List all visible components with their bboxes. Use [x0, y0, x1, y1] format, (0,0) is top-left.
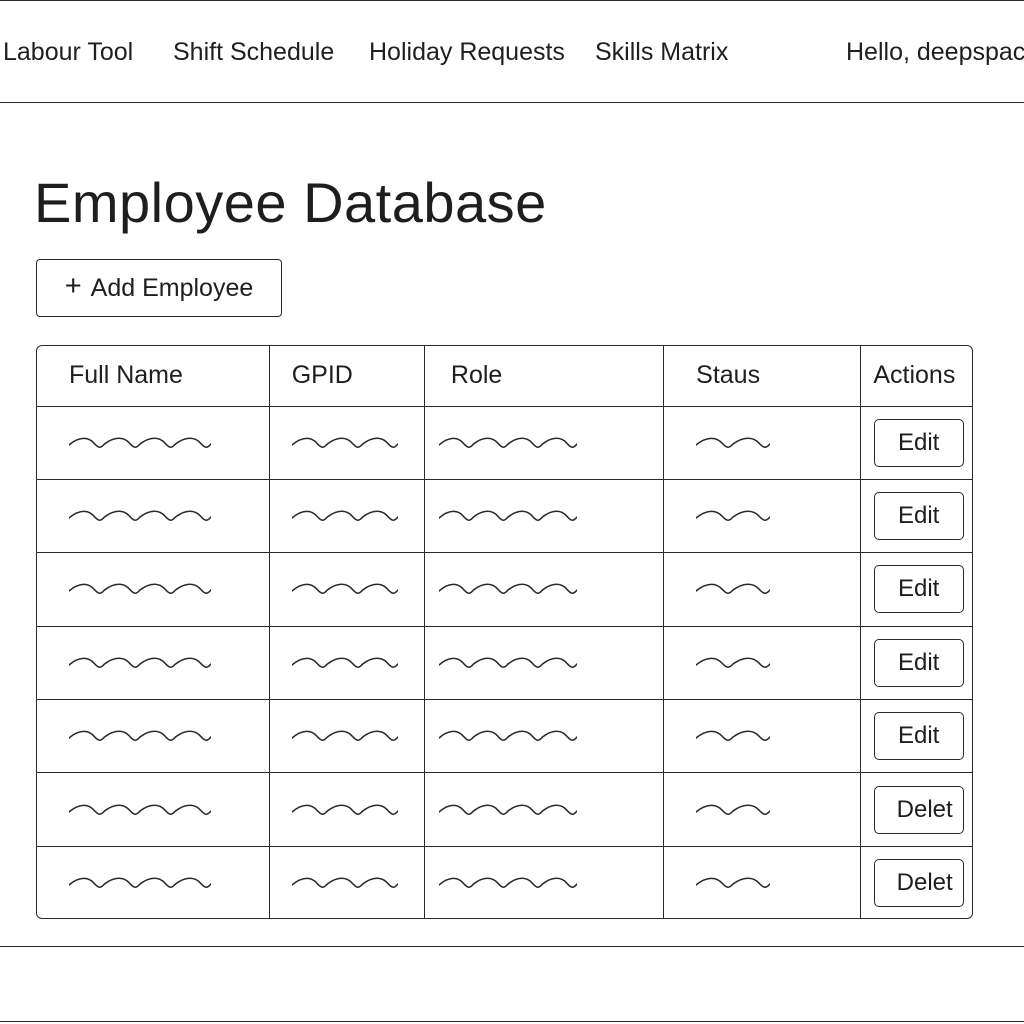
plus-icon: + [64, 270, 82, 302]
placeholder-scribble [696, 657, 771, 668]
table-row: Delet [37, 845, 972, 918]
placeholder-scribble [438, 510, 577, 522]
placeholder-scribble [69, 657, 211, 668]
cell-actions: Edit [860, 405, 972, 480]
nav-divider [0, 102, 1024, 103]
delete-button[interactable]: Delet [873, 859, 964, 908]
nav-link-shift-schedule[interactable]: Shift Schedule [173, 36, 334, 68]
nav-link-skills-matrix[interactable]: Skills Matrix [595, 36, 728, 68]
cell-role [423, 772, 665, 847]
placeholder-scribble [438, 730, 577, 742]
table-body: Edit Edit Edit Edit Edit Delet Delet [37, 405, 972, 918]
cell-gpid [268, 772, 425, 847]
placeholder-scribble [291, 657, 398, 668]
cell-status [663, 478, 862, 554]
cell-actions: Edit [860, 478, 972, 554]
nav-brand-labour-tool[interactable]: Labour Tool [3, 36, 133, 68]
add-employee-label: Add Employee [90, 273, 254, 302]
cell-actions: Edit [860, 699, 972, 774]
cell-gpid [268, 478, 425, 554]
table-row: Delet [37, 772, 972, 847]
placeholder-scribble [438, 583, 577, 595]
cell-role [423, 699, 665, 774]
placeholder-scribble [291, 877, 398, 889]
edit-button[interactable]: Edit [873, 565, 964, 614]
cell-role [423, 405, 665, 480]
cell-gpid [268, 552, 425, 627]
column-header-full-name: Full Name [37, 346, 270, 407]
cell-role [423, 552, 665, 627]
cell-full-name [37, 845, 270, 918]
placeholder-scribble [696, 510, 771, 522]
placeholder-scribble [69, 730, 211, 742]
placeholder-scribble [291, 583, 398, 595]
cell-gpid [268, 405, 425, 480]
table-row: Edit [37, 625, 972, 701]
placeholder-scribble [69, 877, 211, 889]
add-employee-button[interactable]: + Add Employee [36, 259, 282, 317]
cell-status [663, 405, 862, 480]
cell-actions: Edit [860, 552, 972, 627]
cell-status [663, 699, 862, 774]
placeholder-scribble [69, 510, 211, 522]
table-row: Edit [37, 405, 972, 480]
table-row: Edit [37, 552, 972, 627]
table-row: Edit [37, 478, 972, 554]
placeholder-scribble [438, 657, 577, 668]
placeholder-scribble [69, 804, 211, 815]
placeholder-scribble [291, 510, 398, 522]
top-nav: Labour Tool Shift Schedule Holiday Reque… [0, 0, 1024, 102]
placeholder-scribble [291, 437, 398, 448]
placeholder-scribble [438, 804, 577, 815]
column-header-actions: Actions [860, 346, 972, 407]
placeholder-scribble [291, 804, 398, 815]
cell-status [663, 772, 862, 847]
cell-actions: Delet [860, 772, 972, 847]
delete-button[interactable]: Delet [873, 785, 964, 834]
placeholder-scribble [69, 583, 211, 595]
cell-gpid [268, 625, 425, 701]
placeholder-scribble [69, 437, 211, 448]
cell-role [423, 625, 665, 701]
cell-role [423, 845, 665, 918]
cell-role [423, 478, 665, 554]
cell-status [663, 845, 862, 918]
column-header-role: Role [423, 346, 665, 407]
cell-full-name [37, 478, 270, 554]
cell-gpid [268, 845, 425, 918]
user-greeting: Hello, deepspac [846, 38, 1024, 66]
cell-gpid [268, 699, 425, 774]
employee-table: Full Name GPID Role Staus Actions Edit Ed… [36, 345, 973, 919]
cell-full-name [37, 699, 270, 774]
edit-button[interactable]: Edit [873, 418, 964, 467]
placeholder-scribble [696, 437, 771, 448]
table-header-row: Full Name GPID Role Staus Actions [37, 346, 972, 407]
cell-actions: Delet [860, 845, 972, 918]
page-title: Employee Database [34, 171, 547, 234]
table-row: Edit [37, 699, 972, 774]
bottom-border [0, 1021, 1024, 1022]
nav-link-holiday-requests[interactable]: Holiday Requests [369, 36, 565, 68]
column-header-status: Staus [663, 346, 862, 407]
cell-full-name [37, 405, 270, 480]
edit-button[interactable]: Edit [873, 492, 964, 541]
placeholder-scribble [696, 877, 771, 889]
column-header-gpid: GPID [268, 346, 425, 407]
cell-status [663, 625, 862, 701]
placeholder-scribble [696, 804, 771, 815]
edit-button[interactable]: Edit [873, 638, 964, 687]
edit-button[interactable]: Edit [873, 712, 964, 761]
placeholder-scribble [696, 583, 771, 595]
placeholder-scribble [438, 437, 577, 448]
cell-full-name [37, 625, 270, 701]
footer-divider [0, 946, 1024, 947]
cell-actions: Edit [860, 625, 972, 701]
page: Labour Tool Shift Schedule Holiday Reque… [0, 0, 1024, 1024]
placeholder-scribble [438, 877, 577, 889]
placeholder-scribble [291, 730, 398, 742]
cell-status [663, 552, 862, 627]
cell-full-name [37, 552, 270, 627]
placeholder-scribble [696, 730, 771, 742]
cell-full-name [37, 772, 270, 847]
